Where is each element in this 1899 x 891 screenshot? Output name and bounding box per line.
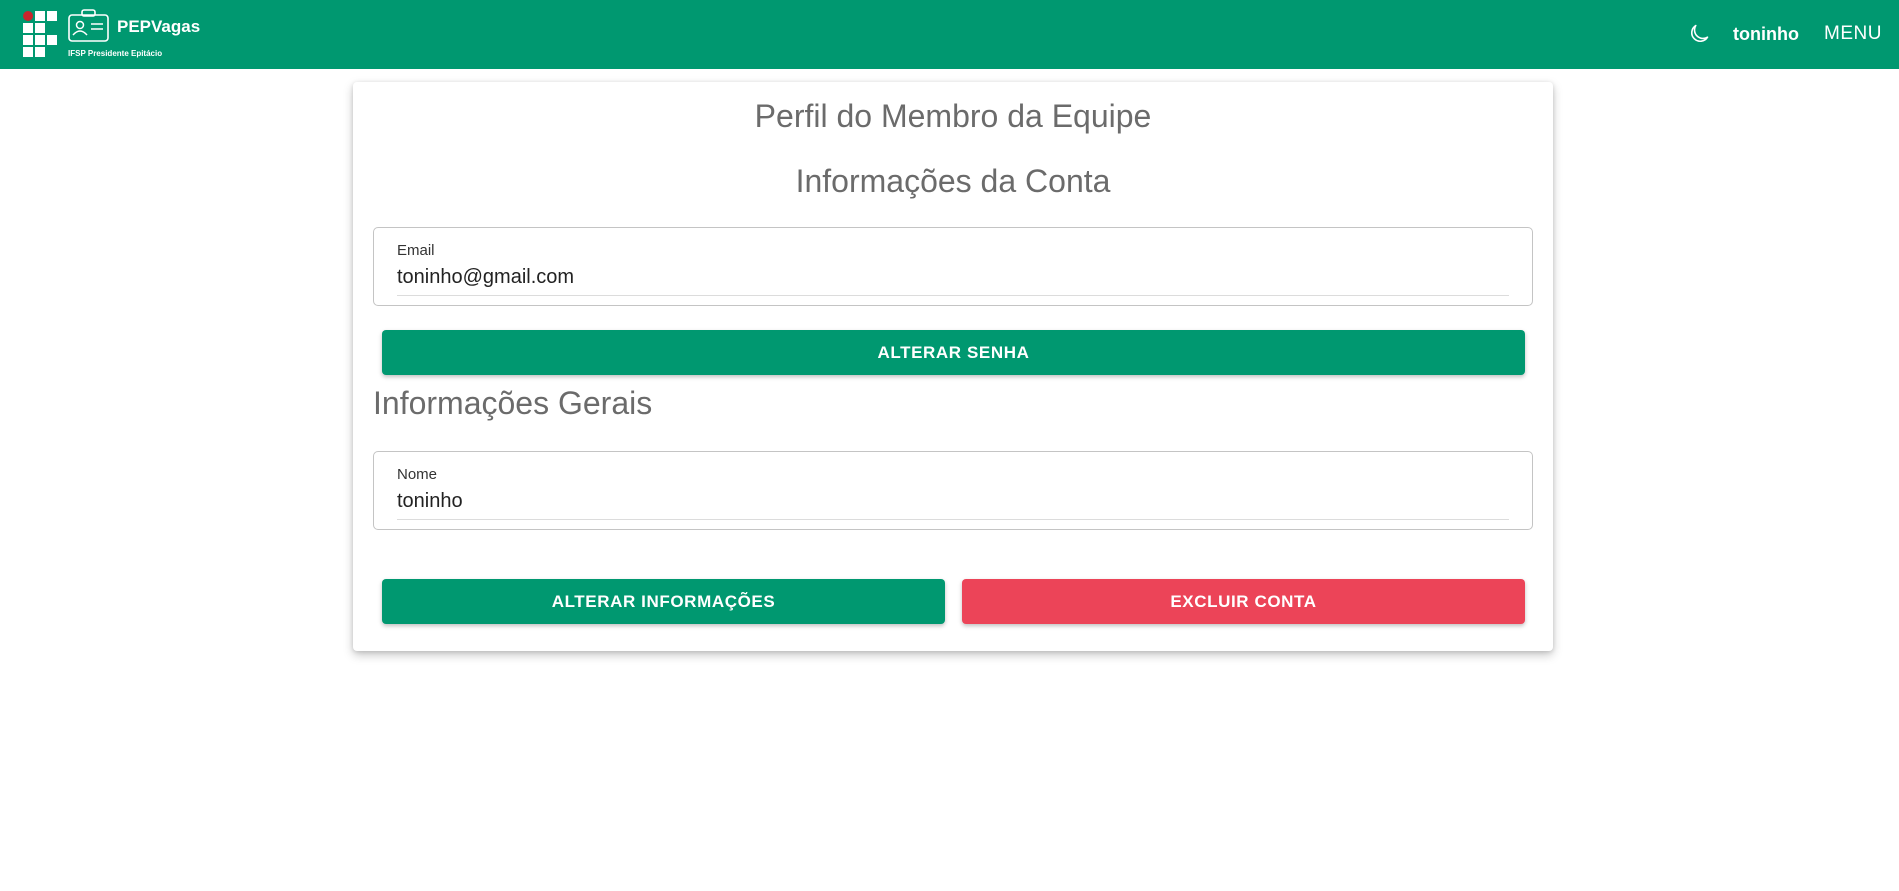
menu-button[interactable]: MENU	[1824, 23, 1882, 45]
ifsp-logo-icon[interactable]	[23, 11, 57, 57]
institution-name: IFSP Presidente Epitácio	[68, 49, 163, 58]
user-name-link[interactable]: toninho	[1733, 24, 1799, 45]
app-name[interactable]: PEPVagas	[117, 17, 200, 37]
name-input[interactable]	[397, 490, 1509, 520]
page-title: Perfil do Membro da Equipe	[754, 98, 1152, 134]
delete-account-button[interactable]: EXCLUIR CONTA	[962, 579, 1525, 624]
name-label: Nome	[397, 466, 438, 483]
email-field[interactable]: Email	[373, 227, 1533, 306]
account-section-heading: Informações da Conta	[795, 163, 1111, 199]
email-input[interactable]	[397, 266, 1509, 296]
id-badge-icon	[68, 9, 109, 42]
moon-icon[interactable]	[1687, 22, 1711, 46]
general-section-heading: Informações Gerais	[373, 385, 653, 421]
top-app-bar: PEPVagas IFSP Presidente Epitácio toninh…	[0, 0, 1899, 69]
update-info-button[interactable]: ALTERAR INFORMAÇÕES	[382, 579, 945, 624]
profile-card: Perfil do Membro da Equipe Informações d…	[353, 82, 1553, 651]
change-password-button[interactable]: ALTERAR SENHA	[382, 330, 1525, 375]
email-label: Email	[397, 242, 435, 259]
name-field[interactable]: Nome	[373, 451, 1533, 530]
